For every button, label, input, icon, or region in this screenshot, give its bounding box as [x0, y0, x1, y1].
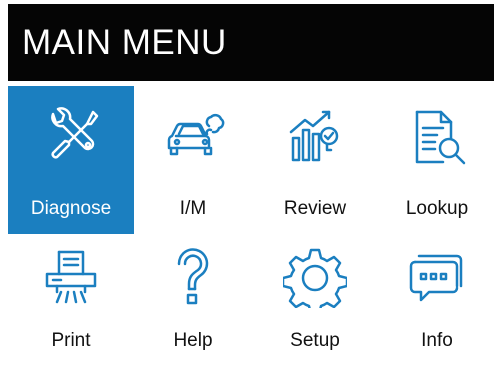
menu-item-review[interactable]: Review	[252, 86, 378, 234]
menu-item-label: Info	[421, 330, 453, 351]
bar-chart-icon	[283, 104, 347, 168]
page-title: MAIN MENU	[22, 22, 227, 62]
document-search-icon	[405, 104, 469, 168]
menu-item-label: Setup	[290, 330, 340, 351]
menu-item-help[interactable]: Help	[130, 234, 256, 370]
wrench-screwdriver-icon	[39, 104, 103, 168]
title-bar: MAIN MENU	[8, 4, 494, 81]
menu-item-lookup[interactable]: Lookup	[374, 86, 494, 234]
menu-item-print[interactable]: Print	[8, 234, 134, 370]
car-exhaust-icon	[161, 104, 225, 168]
menu-item-label: Print	[51, 330, 91, 351]
question-mark-icon	[161, 244, 225, 308]
menu-item-label: Review	[283, 198, 347, 219]
menu-item-im[interactable]: I/M	[130, 86, 256, 234]
menu-item-label: Help	[173, 330, 213, 351]
menu-item-setup[interactable]: Setup	[252, 234, 378, 370]
menu-item-diagnose[interactable]: Diagnose	[8, 86, 134, 234]
menu-grid: Diagnose I/M Review Lookup Print Help Se…	[8, 86, 494, 370]
message-icon	[405, 244, 469, 308]
main-menu-screen: MAIN MENU Diagnose I/M Review Lookup Pri…	[8, 4, 494, 370]
menu-item-label: Lookup	[405, 198, 469, 219]
gear-icon	[281, 244, 349, 316]
menu-item-label: I/M	[179, 198, 207, 219]
menu-item-info[interactable]: Info	[374, 234, 494, 370]
menu-item-label: Diagnose	[30, 198, 112, 219]
printer-icon	[39, 244, 103, 308]
